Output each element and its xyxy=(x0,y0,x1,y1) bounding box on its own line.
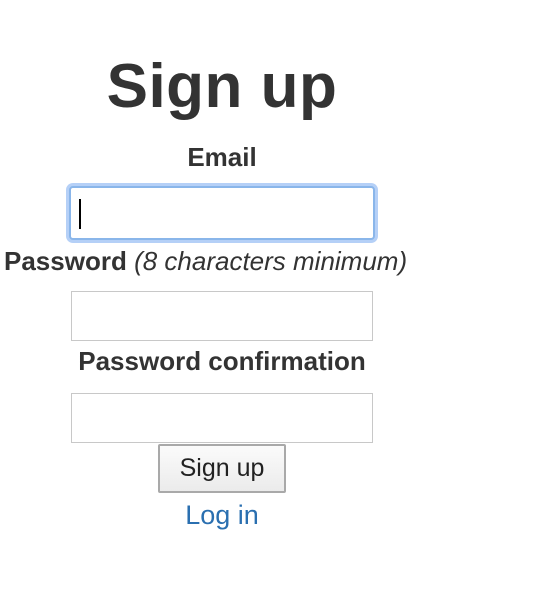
sign-up-button[interactable]: Sign up xyxy=(158,444,286,493)
password-hint: (8 characters minimum) xyxy=(134,246,408,276)
password-confirmation-label: Password confirmation xyxy=(0,345,444,377)
email-field[interactable] xyxy=(69,186,375,240)
password-confirmation-label-text: Password confirmation xyxy=(78,346,366,376)
page-title: Sign up xyxy=(106,52,338,121)
text-caret xyxy=(79,199,81,229)
email-label: Email xyxy=(0,141,444,173)
password-confirmation-field[interactable] xyxy=(71,393,373,443)
password-label: Password (8 characters minimum) xyxy=(4,245,407,277)
log-in-link[interactable]: Log in xyxy=(0,498,444,532)
email-label-text: Email xyxy=(187,142,257,172)
password-label-text: Password xyxy=(4,246,127,276)
password-field[interactable] xyxy=(71,291,373,341)
